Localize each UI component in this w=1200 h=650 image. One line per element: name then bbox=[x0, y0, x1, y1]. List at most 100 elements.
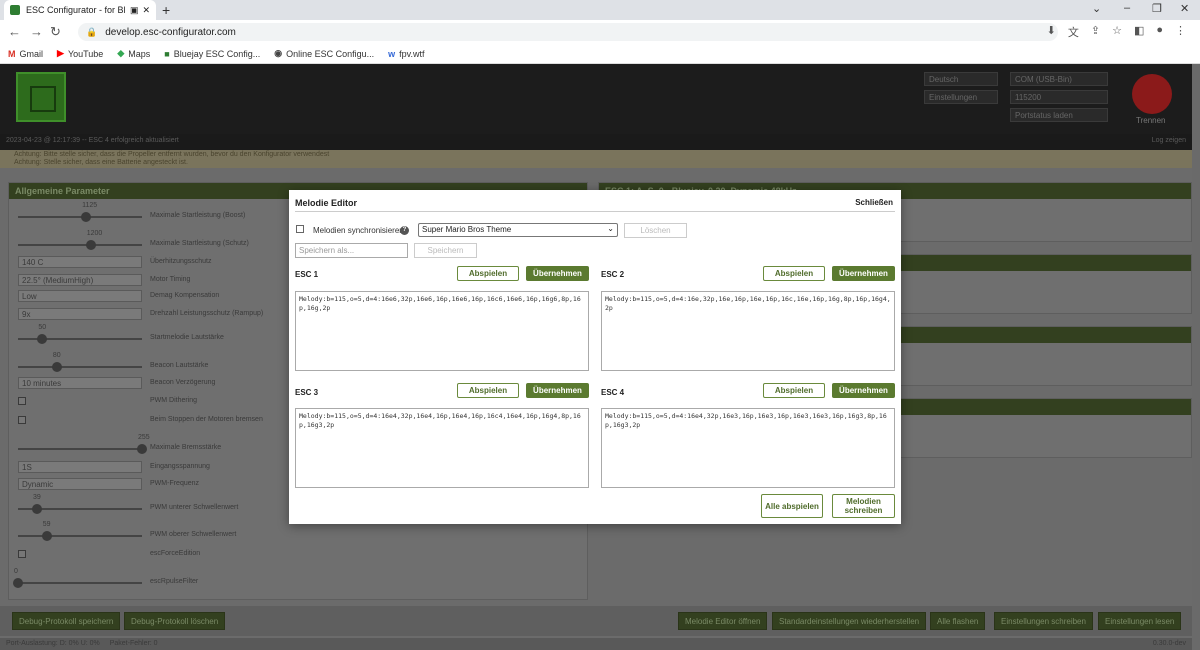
tab-close-icon[interactable]: ✕ bbox=[142, 5, 150, 16]
esc2-accept-button[interactable]: Übernehmen bbox=[832, 266, 895, 281]
save-as-input[interactable]: Speichern als... bbox=[295, 243, 408, 258]
baud-select[interactable]: 115200 bbox=[1010, 90, 1108, 104]
translate-icon[interactable]: 文 bbox=[1068, 24, 1079, 40]
param-slider-value: 39 bbox=[32, 494, 41, 501]
param-slider-track[interactable] bbox=[18, 535, 142, 537]
save-button[interactable]: Speichern bbox=[414, 243, 477, 258]
param-select[interactable]: Dynamic bbox=[18, 478, 142, 490]
sync-melodies-checkbox[interactable] bbox=[296, 225, 304, 233]
delete-button[interactable]: Löschen bbox=[624, 223, 687, 238]
url-text: develop.esc-configurator.com bbox=[105, 26, 236, 38]
open-melody-editor-button[interactable]: Melodie Editor öffnen bbox=[678, 612, 768, 630]
bookmark-gmail[interactable]: M Gmail bbox=[8, 49, 43, 59]
install-icon[interactable]: ⬇ bbox=[1047, 24, 1056, 40]
bookmark-maps[interactable]: ◆ Maps bbox=[117, 48, 150, 59]
param-checkbox[interactable] bbox=[18, 550, 26, 558]
port-usage: Port-Auslastung: D: 0% U: 0% bbox=[6, 640, 100, 647]
param-select[interactable]: 140 C bbox=[18, 256, 142, 268]
esc4-play-button[interactable]: Abspielen bbox=[763, 383, 825, 398]
port-status-button[interactable]: Portstatus laden bbox=[1010, 108, 1108, 122]
language-select[interactable]: Deutsch bbox=[924, 72, 998, 86]
share-icon[interactable]: ⇪ bbox=[1091, 24, 1100, 40]
esc4-melody-textarea[interactable]: Melody:b=115,o=5,d=4:16e4,32p,16e3,16p,1… bbox=[601, 408, 895, 488]
esc1-accept-button[interactable]: Übernehmen bbox=[526, 266, 589, 281]
window-close-icon[interactable]: ✕ bbox=[1180, 2, 1189, 15]
flash-all-button[interactable]: Alle flashen bbox=[930, 612, 986, 630]
profile-icon[interactable]: ● bbox=[1156, 24, 1163, 40]
restore-defaults-button[interactable]: Standardeinstellungen wiederherstellen bbox=[772, 612, 927, 630]
help-icon[interactable]: ? bbox=[400, 226, 409, 235]
param-select[interactable]: 9x bbox=[18, 308, 142, 320]
param-checkbox[interactable] bbox=[18, 416, 26, 424]
param-select[interactable]: Low bbox=[18, 290, 142, 302]
param-slider-track[interactable] bbox=[18, 216, 142, 218]
warning-battery: Achtung: Stelle sicher, dass eine Batter… bbox=[14, 159, 188, 166]
disconnect-plug-icon[interactable] bbox=[1132, 74, 1172, 114]
esc3-label: ESC 3 bbox=[295, 388, 319, 397]
param-slider-handle[interactable] bbox=[137, 444, 147, 454]
settings-button[interactable]: Einstellungen bbox=[924, 90, 998, 104]
param-slider-track[interactable] bbox=[18, 366, 142, 368]
esc1-melody-textarea[interactable]: Melody:b=115,o=5,d=4:16e6,32p,16e6,16p,1… bbox=[295, 291, 589, 371]
bookmark-bluejay[interactable]: ■ Bluejay ESC Config... bbox=[164, 49, 260, 59]
clear-debug-log-button[interactable]: Debug-Protokoll löschen bbox=[124, 612, 226, 630]
param-slider-track[interactable] bbox=[18, 244, 142, 246]
write-melodies-button[interactable]: Melodien schreiben bbox=[832, 494, 895, 518]
esc3-accept-button[interactable]: Übernehmen bbox=[526, 383, 589, 398]
tab-media-icon[interactable]: ▣ bbox=[130, 5, 139, 16]
port-select[interactable]: COM (USB-Bin) bbox=[1010, 72, 1108, 86]
disconnect-label[interactable]: Trennen bbox=[1136, 116, 1166, 125]
param-slider-handle[interactable] bbox=[13, 578, 23, 588]
read-settings-button[interactable]: Einstellungen lesen bbox=[1098, 612, 1182, 630]
param-label: Motor Timing bbox=[150, 276, 191, 283]
bookmark-youtube[interactable]: ▶ YouTube bbox=[57, 48, 103, 59]
maximize-icon[interactable]: ❐ bbox=[1152, 2, 1162, 15]
bookmark-online-esc[interactable]: ◉ Online ESC Configu... bbox=[274, 48, 374, 59]
forward-icon[interactable]: → bbox=[30, 24, 43, 39]
show-log-link[interactable]: Log zeigen bbox=[1152, 137, 1186, 144]
packet-errors: Paket-Fehler: 0 bbox=[109, 640, 158, 647]
save-debug-log-button[interactable]: Debug-Protokoll speichern bbox=[12, 612, 121, 630]
param-label: Maximale Bremsstärke bbox=[150, 444, 222, 451]
close-button[interactable]: Schließen bbox=[855, 198, 893, 207]
minimize-icon[interactable]: – bbox=[1124, 2, 1130, 14]
param-slider-handle[interactable] bbox=[41, 531, 52, 541]
tab-search-icon[interactable]: ⌄ bbox=[1092, 2, 1101, 15]
maps-icon: ◆ bbox=[117, 48, 125, 58]
melody-preset-select[interactable]: Super Mario Bros Theme ⌄ bbox=[418, 223, 618, 237]
esc3-play-button[interactable]: Abspielen bbox=[457, 383, 519, 398]
new-tab-icon[interactable]: + bbox=[162, 2, 170, 18]
param-select[interactable]: 22.5° (MediumHigh) bbox=[18, 274, 142, 286]
param-slider-handle[interactable] bbox=[85, 240, 96, 250]
param-slider-value: 59 bbox=[42, 521, 51, 528]
param-select[interactable]: 1S bbox=[18, 461, 142, 473]
param-slider-track[interactable] bbox=[18, 448, 142, 450]
esc4-accept-button[interactable]: Übernehmen bbox=[832, 383, 895, 398]
param-label: PWM oberer Schwellenwert bbox=[150, 531, 237, 538]
esc1-play-button[interactable]: Abspielen bbox=[457, 266, 519, 281]
esc3-melody-textarea[interactable]: Melody:b=115,o=5,d=4:16e4,32p,16e4,16p,1… bbox=[295, 408, 589, 488]
param-checkbox[interactable] bbox=[18, 397, 26, 405]
side-panel-icon[interactable]: ◧ bbox=[1134, 24, 1144, 40]
menu-icon[interactable]: ⋮ bbox=[1175, 24, 1186, 40]
toolbar-icons: ⬇ 文 ⇪ ☆ ◧ ● ⋮ bbox=[1047, 24, 1186, 40]
param-slider-handle[interactable] bbox=[51, 362, 62, 372]
param-select[interactable]: 10 minutes bbox=[18, 377, 142, 389]
write-settings-button[interactable]: Einstellungen schreiben bbox=[994, 612, 1093, 630]
url-bar[interactable]: 🔒 develop.esc-configurator.com bbox=[78, 23, 1058, 41]
reload-icon[interactable]: ↻ bbox=[50, 24, 61, 40]
play-all-button[interactable]: Alle abspielen bbox=[761, 494, 823, 518]
bookmark-fpv[interactable]: ᴡ fpv.wtf bbox=[388, 49, 424, 59]
param-slider-handle[interactable] bbox=[31, 504, 42, 514]
back-icon[interactable]: ← bbox=[8, 24, 21, 39]
lock-icon[interactable]: 🔒 bbox=[86, 27, 97, 38]
gmail-icon: M bbox=[8, 48, 16, 59]
status-bar: Port-Auslastung: D: 0% U: 0% Paket-Fehle… bbox=[0, 638, 1192, 650]
esc2-melody-textarea[interactable]: Melody:b=115,o=5,d=4:16e,32p,16e,16p,16e… bbox=[601, 291, 895, 371]
browser-tab[interactable]: ESC Configurator - for Blueja ▣ ✕ bbox=[4, 0, 156, 20]
param-label: Beacon Lautstärke bbox=[150, 362, 209, 369]
esc2-play-button[interactable]: Abspielen bbox=[763, 266, 825, 281]
param-slider-track[interactable] bbox=[18, 582, 142, 584]
page-scrollbar[interactable] bbox=[1192, 64, 1200, 650]
bookmark-star-icon[interactable]: ☆ bbox=[1112, 24, 1122, 40]
